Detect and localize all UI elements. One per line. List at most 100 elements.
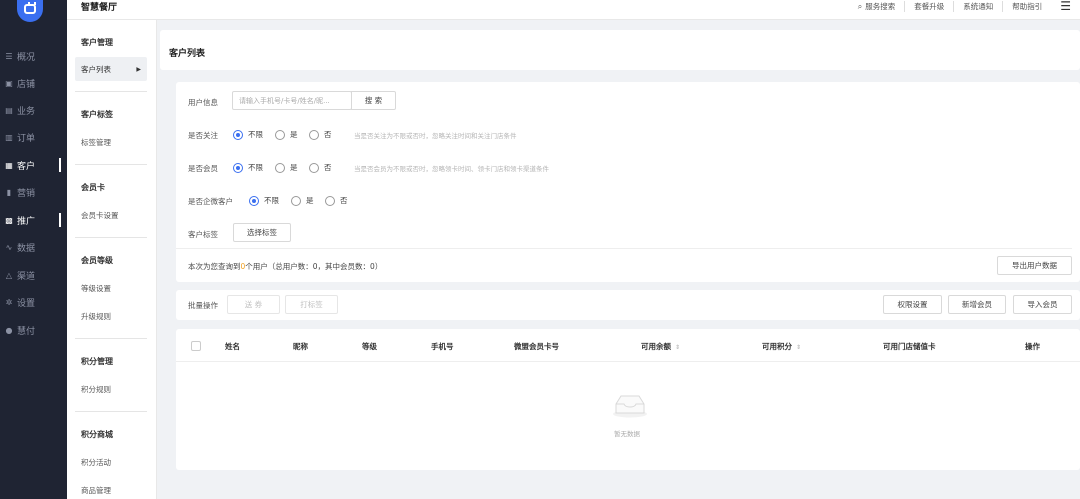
group-member-card: 会员卡 bbox=[81, 183, 105, 192]
tag-action-button[interactable]: 打标签 bbox=[285, 295, 338, 314]
radio-unchecked bbox=[275, 162, 285, 173]
member-label: 是否会员 bbox=[188, 164, 218, 173]
member-hint: 当是否会员为不限或否时，忽略领卡时间、领卡门店和领卡渠道条件 bbox=[354, 165, 549, 173]
query-summary: 本次为您查询到0个用户（总用户数：0，其中会员数：0） bbox=[188, 261, 382, 272]
nav-item-channel[interactable]: △ 渠道 bbox=[0, 267, 67, 283]
business-icon: ▤ bbox=[5, 105, 13, 115]
nav-label: 设置 bbox=[17, 298, 36, 309]
column-level: 等级 bbox=[362, 342, 377, 351]
active-indicator bbox=[59, 158, 61, 172]
option-label: 不限 bbox=[248, 130, 263, 139]
page-title-card bbox=[160, 30, 1080, 70]
app-title: 智慧餐厅 bbox=[81, 3, 118, 13]
radio-unchecked bbox=[309, 129, 319, 140]
group-customer-management: 客户管理 bbox=[81, 38, 113, 47]
radio-checked bbox=[233, 129, 243, 140]
help-link[interactable]: 帮助指引 bbox=[1003, 1, 1051, 12]
wecom-option-any[interactable]: 不限 bbox=[249, 195, 279, 206]
pay-icon: ● bbox=[5, 325, 13, 335]
sort-icon[interactable]: ⇕ bbox=[796, 344, 801, 351]
page-title: 客户列表 bbox=[169, 49, 206, 59]
column-phone: 手机号 bbox=[431, 342, 454, 351]
send-coupon-button[interactable]: 送 券 bbox=[227, 295, 280, 314]
permission-button[interactable]: 权限设置 bbox=[883, 295, 942, 314]
wecom-option-yes[interactable]: 是 bbox=[291, 195, 314, 206]
radio-unchecked bbox=[291, 195, 301, 206]
nav-label: 推广 bbox=[17, 216, 36, 227]
package-upgrade-link[interactable]: 套餐升级 bbox=[905, 0, 955, 12]
nav-item-store[interactable]: ▣ 店铺 bbox=[0, 75, 67, 91]
app-logo[interactable] bbox=[17, 0, 43, 22]
column-actions: 操作 bbox=[1025, 342, 1040, 351]
select-all-checkbox[interactable] bbox=[191, 341, 201, 351]
column-name: 姓名 bbox=[225, 342, 240, 351]
select-tag-button[interactable]: 选择标签 bbox=[233, 223, 291, 242]
summary-suffix: 个用户（总用户数：0，其中会员数：0） bbox=[245, 262, 383, 271]
sub-item-upgrade-rules[interactable]: 升级规则 bbox=[81, 311, 111, 322]
radio-unchecked bbox=[325, 195, 335, 206]
option-label: 否 bbox=[324, 130, 332, 139]
group-points-mall: 积分商城 bbox=[81, 430, 113, 439]
member-option-no[interactable]: 否 bbox=[309, 162, 332, 173]
follow-option-no[interactable]: 否 bbox=[309, 129, 332, 140]
link-label: 服务搜索 bbox=[865, 1, 896, 11]
sort-icon[interactable]: ⇕ bbox=[675, 344, 680, 351]
nav-item-customers[interactable]: ▦ 客户 bbox=[0, 157, 67, 173]
nav-item-overview[interactable]: ☰ 概况 bbox=[0, 48, 67, 64]
wecom-option-no[interactable]: 否 bbox=[325, 195, 348, 206]
export-button[interactable]: 导出用户数据 bbox=[997, 256, 1072, 275]
import-member-button[interactable]: 导入会员 bbox=[1013, 295, 1072, 314]
sub-item-customer-list[interactable]: 客户列表 ▶ bbox=[75, 57, 147, 81]
divider bbox=[75, 411, 147, 412]
nav-label: 订单 bbox=[17, 133, 36, 144]
sub-item-tag-management[interactable]: 标签管理 bbox=[81, 137, 111, 148]
store-icon: ▣ bbox=[5, 78, 13, 88]
system-notice-link[interactable]: 系统通知 bbox=[954, 0, 1004, 12]
menu-icon[interactable]: ☰ bbox=[1051, 0, 1080, 13]
main-sidebar: ☰ 概况 ▣ 店铺 ▤ 业务 ▥ 订单 ▦ 客户 ▮ 营销 ▩ 推广 ∿ 数据 △ 渠道 ✲ 设置 … bbox=[0, 0, 67, 499]
nav-label: 慧付 bbox=[17, 326, 36, 337]
summary-prefix: 本次为您查询到 bbox=[188, 262, 241, 271]
search-input[interactable]: 请输入手机号/卡号/姓名/昵... bbox=[232, 91, 352, 110]
nav-label: 数据 bbox=[17, 243, 36, 254]
member-option-any[interactable]: 不限 bbox=[233, 162, 263, 173]
nav-label: 店铺 bbox=[17, 79, 36, 90]
service-search-link[interactable]: ⌕ 服务搜索 bbox=[849, 0, 906, 12]
column-balance[interactable]: 可用余额 ⇕ bbox=[641, 341, 680, 352]
radio-checked bbox=[249, 195, 259, 206]
sub-item-level-settings[interactable]: 等级设置 bbox=[81, 283, 111, 294]
nav-item-orders[interactable]: ▥ 订单 bbox=[0, 129, 67, 145]
radio-unchecked bbox=[309, 162, 319, 173]
add-member-button[interactable]: 新增会员 bbox=[948, 295, 1006, 314]
user-info-label: 用户信息 bbox=[188, 98, 218, 107]
nav-label: 营销 bbox=[17, 188, 36, 199]
sub-item-member-card-settings[interactable]: 会员卡设置 bbox=[81, 210, 119, 221]
nav-item-business[interactable]: ▤ 业务 bbox=[0, 102, 67, 118]
follow-option-any[interactable]: 不限 bbox=[233, 129, 263, 140]
sub-item-product-management[interactable]: 商品管理 bbox=[81, 485, 111, 496]
marketing-icon: ▮ bbox=[6, 187, 12, 197]
divider bbox=[75, 338, 147, 339]
option-label: 否 bbox=[324, 163, 332, 172]
nav-item-settings[interactable]: ✲ 设置 bbox=[0, 294, 67, 310]
nav-item-pay[interactable]: ● 慧付 bbox=[0, 322, 67, 338]
search-button[interactable]: 搜 索 bbox=[351, 91, 396, 110]
nav-label: 业务 bbox=[17, 106, 36, 117]
nav-item-marketing[interactable]: ▮ 营销 bbox=[0, 184, 67, 200]
column-points[interactable]: 可用积分 ⇕ bbox=[762, 341, 801, 352]
divider bbox=[176, 361, 1080, 362]
member-option-yes[interactable]: 是 bbox=[275, 162, 298, 173]
nav-label: 概况 bbox=[17, 52, 36, 63]
sub-sidebar: 客户管理 客户列表 ▶ 客户标签 标签管理 会员卡 会员卡设置 会员等级 等级设置… bbox=[67, 20, 157, 499]
nav-item-data[interactable]: ∿ 数据 bbox=[0, 239, 67, 255]
radio-unchecked bbox=[275, 129, 285, 140]
option-label: 是 bbox=[290, 163, 298, 172]
caret-right-icon: ▶ bbox=[136, 65, 141, 73]
sub-item-points-activity[interactable]: 积分活动 bbox=[81, 457, 111, 468]
empty-text: 暂无数据 bbox=[614, 430, 640, 438]
sub-item-label: 客户列表 bbox=[81, 64, 111, 74]
sub-item-points-rules[interactable]: 积分规则 bbox=[81, 384, 111, 395]
nav-item-promotion[interactable]: ▩ 推广 bbox=[0, 212, 67, 228]
follow-option-yes[interactable]: 是 bbox=[275, 129, 298, 140]
option-label: 不限 bbox=[264, 196, 279, 205]
